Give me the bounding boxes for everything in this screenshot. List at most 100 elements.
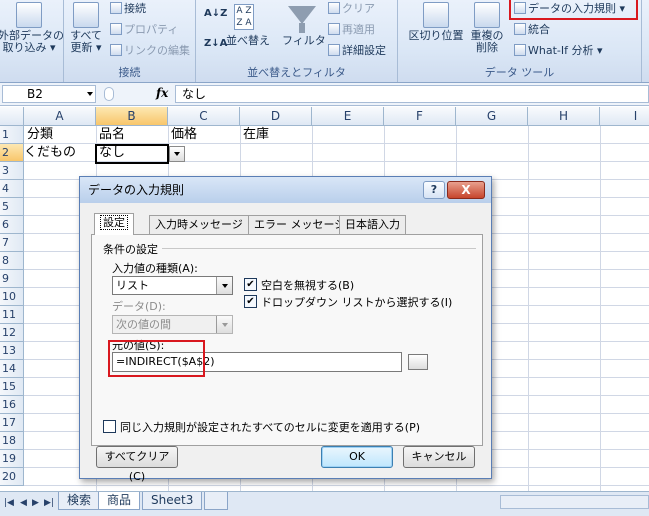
remove-duplicates-button[interactable]: 重複の 削除 xyxy=(468,2,506,54)
connections-group: すべて 更新 ▾ 接続 プロパティ リンクの編集 接続 xyxy=(64,0,196,82)
cell-a2[interactable]: くだもの xyxy=(24,144,76,162)
sort-za-button[interactable]: Z↓A xyxy=(204,38,227,49)
row-header-14[interactable]: 14 xyxy=(0,360,24,378)
apply-all-checkbox[interactable] xyxy=(103,420,116,433)
col-header-c[interactable]: C xyxy=(168,107,240,126)
tab-ime-mode[interactable]: 日本語入力 xyxy=(339,215,406,234)
row-header-13[interactable]: 13 xyxy=(0,342,24,360)
row-header-10[interactable]: 10 xyxy=(0,288,24,306)
edit-links-label: リンクの編集 xyxy=(124,44,190,57)
cell-d1[interactable]: 在庫 xyxy=(243,126,269,144)
filter-icon-stem xyxy=(299,23,305,33)
row-header-3[interactable]: 3 xyxy=(0,162,24,180)
prev-sheet-icon[interactable]: ◀ xyxy=(20,498,27,508)
row-header-16[interactable]: 16 xyxy=(0,396,24,414)
formula-bar-resize-handle[interactable] xyxy=(104,87,114,101)
advanced-button[interactable]: 詳細設定 xyxy=(328,44,386,58)
row-header-7[interactable]: 7 xyxy=(0,234,24,252)
row-header-15[interactable]: 15 xyxy=(0,378,24,396)
insert-function-icon[interactable]: fx xyxy=(156,86,168,100)
external-data-group: 外部データの 取り込み ▾ xyxy=(0,0,64,82)
name-box[interactable]: B2 xyxy=(2,85,96,103)
col-header-d[interactable]: D xyxy=(240,107,312,126)
clear-button[interactable]: クリア xyxy=(328,2,375,16)
criteria-group-line xyxy=(162,248,476,249)
row-header-11[interactable]: 11 xyxy=(0,306,24,324)
row-header-18[interactable]: 18 xyxy=(0,432,24,450)
col-header-f[interactable]: F xyxy=(384,107,456,126)
allow-select[interactable]: リスト xyxy=(112,276,233,295)
cancel-button[interactable]: キャンセル xyxy=(403,446,475,468)
help-button[interactable]: ? xyxy=(423,181,445,199)
reapply-button[interactable]: 再適用 xyxy=(328,23,375,37)
sort-az-button[interactable]: A↓Z xyxy=(204,8,227,19)
text-to-columns-button[interactable]: 区切り位置 xyxy=(406,2,466,42)
clear-all-button[interactable]: すべてクリア(C) xyxy=(96,446,178,483)
row-header-19[interactable]: 19 xyxy=(0,450,24,468)
row-header-4[interactable]: 4 xyxy=(0,180,24,198)
sheet-tab-products[interactable]: 商品 xyxy=(98,492,141,510)
text-to-columns-label: 区切り位置 xyxy=(408,29,464,42)
properties-button[interactable]: プロパティ xyxy=(110,23,178,37)
row-gridline xyxy=(24,485,649,486)
data-select[interactable]: 次の値の間 xyxy=(112,315,233,334)
settings-panel: 条件の設定 入力値の種類(A): リスト ✔ 空白を無視する(B) ✔ ドロップ… xyxy=(91,234,483,446)
collapse-dialog-icon[interactable] xyxy=(408,354,428,370)
sort-button[interactable]: A ZZ A 並べ替え xyxy=(226,2,270,62)
row-header-2[interactable]: 2 xyxy=(0,144,24,162)
col-header-g[interactable]: G xyxy=(456,107,528,126)
close-button[interactable]: X xyxy=(447,181,485,199)
refresh-all-label: すべて 更新 ▾ xyxy=(70,29,102,54)
remove-duplicates-label: 重複の 削除 xyxy=(470,29,504,54)
last-sheet-icon[interactable]: ▶| xyxy=(44,498,54,508)
tab-settings[interactable]: 設定 xyxy=(94,213,134,235)
filter-button[interactable]: フィルタ xyxy=(282,2,326,62)
ignore-blank-label: 空白を無視する(B) xyxy=(261,279,355,292)
ok-button[interactable]: OK xyxy=(321,446,393,468)
row-header-9[interactable]: 9 xyxy=(0,270,24,288)
horizontal-scrollbar[interactable] xyxy=(500,495,649,509)
cell-b1[interactable]: 品名 xyxy=(99,126,125,144)
sheet-tab-search[interactable]: 検索 xyxy=(58,492,101,510)
col-header-h[interactable]: H xyxy=(528,107,600,126)
next-sheet-icon[interactable]: ▶ xyxy=(32,498,39,508)
refresh-icon xyxy=(73,2,99,28)
row-header-12[interactable]: 12 xyxy=(0,324,24,342)
links-icon xyxy=(110,44,122,56)
allow-dropdown-icon[interactable] xyxy=(216,277,232,294)
col-header-b[interactable]: B xyxy=(96,107,168,126)
sort-filter-group: A↓Z Z↓A A ZZ A 並べ替え フィルタ クリア 再適用 詳細設定 並べ… xyxy=(196,0,398,82)
data-dropdown-icon[interactable] xyxy=(216,316,232,333)
cell-a1[interactable]: 分類 xyxy=(27,126,53,144)
sort-label: 並べ替え xyxy=(226,34,270,47)
consolidate-button[interactable]: 統合 xyxy=(514,23,550,37)
tab-input-message[interactable]: 入力時メッセージ xyxy=(149,215,249,234)
select-all-corner[interactable] xyxy=(0,107,24,126)
refresh-all-button[interactable]: すべて 更新 ▾ xyxy=(68,2,104,54)
edit-links-button[interactable]: リンクの編集 xyxy=(110,44,190,58)
row-header-17[interactable]: 17 xyxy=(0,414,24,432)
col-header-a[interactable]: A xyxy=(24,107,96,126)
row-header-20[interactable]: 20 xyxy=(0,468,24,486)
row-header-6[interactable]: 6 xyxy=(0,216,24,234)
cell-dropdown-button[interactable] xyxy=(169,146,185,162)
row-header-5[interactable]: 5 xyxy=(0,198,24,216)
col-header-e[interactable]: E xyxy=(312,107,384,126)
sheet-tab-sheet3[interactable]: Sheet3 xyxy=(142,492,203,510)
cell-c1[interactable]: 価格 xyxy=(171,126,197,144)
ignore-blank-checkbox[interactable]: ✔ xyxy=(244,278,257,291)
row-header-8[interactable]: 8 xyxy=(0,252,24,270)
what-if-button[interactable]: What-If 分析 ▾ xyxy=(514,44,603,58)
formula-input[interactable]: なし xyxy=(175,85,649,103)
external-data-button[interactable]: 外部データの 取り込み ▾ xyxy=(0,2,64,54)
tab-error-alert[interactable]: エラー メッセージ xyxy=(248,215,352,234)
first-sheet-icon[interactable]: |◀ xyxy=(4,498,14,508)
name-box-dropdown-icon[interactable] xyxy=(87,92,93,96)
connections-button[interactable]: 接続 xyxy=(110,2,146,16)
clear-label: クリア xyxy=(342,2,375,15)
in-cell-dropdown-label: ドロップダウン リストから選択する(I) xyxy=(261,296,453,309)
col-header-i[interactable]: I xyxy=(600,107,649,126)
in-cell-dropdown-checkbox[interactable]: ✔ xyxy=(244,295,257,308)
row-header-1[interactable]: 1 xyxy=(0,126,24,144)
insert-sheet-icon[interactable] xyxy=(204,492,228,510)
